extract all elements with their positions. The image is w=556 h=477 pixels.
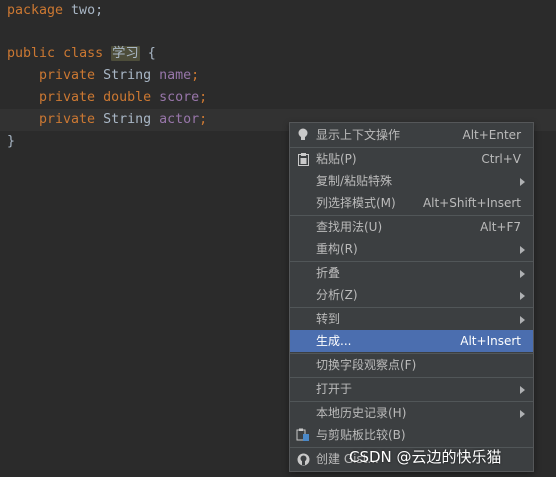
menu-item-label: 复制/粘贴特殊 [316,174,393,188]
semicolon: ; [191,68,200,83]
menu-item-label: 本地历史记录(H) [316,406,407,420]
watermark: CSDN @云边的快乐猫 [349,448,502,466]
menu-item-label: 与剪贴板比较(B) [316,428,406,442]
keyword: class [63,46,104,61]
submenu-arrow-icon [520,246,525,254]
close-brace: } [7,134,16,149]
keyword: private [39,112,96,127]
field-name: score [159,90,200,105]
package-name: two; [63,3,104,18]
field-name: actor [159,112,200,127]
menu-item-show-context-actions[interactable]: 显示上下文操作 Alt+Enter [290,124,533,146]
menu-item-generate[interactable]: 生成... Alt+Insert [290,330,533,352]
menu-item-label: 转到 [316,312,341,326]
menu-item-shortcut: Alt+Insert [460,334,521,348]
menu-item-local-history[interactable]: 本地历史记录(H) [290,402,533,424]
submenu-arrow-icon [520,270,525,278]
submenu-arrow-icon [520,292,525,300]
compare-clipboard-icon [296,428,310,442]
code-line-4[interactable]: private String name; [7,65,199,87]
menu-item-column-selection-mode[interactable]: 列选择模式(M) Alt+Shift+Insert [290,192,533,214]
menu-item-label: 显示上下文操作 [316,128,401,142]
menu-item-compare-with-clipboard[interactable]: 与剪贴板比较(B) [290,424,533,446]
submenu-arrow-icon [520,386,525,394]
menu-item-shortcut: Alt+Shift+Insert [422,196,521,210]
code-line-6[interactable]: private String actor; [7,109,207,131]
open-brace: { [147,46,156,61]
menu-item-open-in[interactable]: 打开于 [290,378,533,400]
menu-item-refactor[interactable]: 重构(R) [290,238,533,260]
code-line-7[interactable]: } [7,131,15,153]
keyword: private [39,68,96,83]
menu-item-label: 生成... [316,334,352,348]
menu-item-shortcut: Alt+F7 [480,220,521,234]
menu-item-label: 切换字段观察点(F) [316,358,417,372]
menu-item-toggle-field-watchpoint[interactable]: 切换字段观察点(F) [290,354,533,376]
semicolon: ; [199,90,208,105]
menu-item-label: 打开于 [316,382,353,396]
field-name: name [159,68,192,83]
menu-item-analyze[interactable]: 分析(Z) [290,284,533,306]
keyword: private [39,90,96,105]
menu-item-copy-paste-special[interactable]: 复制/粘贴特殊 [290,170,533,192]
menu-item-label: 列选择模式(M) [316,196,396,210]
submenu-arrow-icon [520,410,525,418]
menu-item-folding[interactable]: 折叠 [290,262,533,284]
lightbulb-icon [296,128,310,142]
menu-item-label: 重构(R) [316,242,358,256]
type: String [103,112,152,127]
menu-item-paste[interactable]: 粘贴(P) Ctrl+V [290,148,533,170]
keyword: public [7,46,56,61]
type: double [103,90,152,105]
menu-item-find-usages[interactable]: 查找用法(U) Alt+F7 [290,216,533,238]
semicolon: ; [199,112,208,127]
menu-item-shortcut: Alt+Enter [462,128,521,142]
keyword: package [7,3,64,18]
context-menu: 显示上下文操作 Alt+Enter 粘贴(P) Ctrl+V 复制/粘贴特殊 列… [289,122,534,472]
submenu-arrow-icon [520,316,525,324]
submenu-arrow-icon [520,178,525,186]
menu-item-label: 粘贴(P) [316,152,357,166]
menu-item-label: 分析(Z) [316,288,358,302]
menu-item-label: 折叠 [316,266,341,280]
type: String [103,68,152,83]
menu-item-go-to[interactable]: 转到 [290,308,533,330]
class-name: 学习 [111,46,140,61]
clipboard-icon [296,152,310,166]
menu-item-label: 查找用法(U) [316,220,383,234]
code-line-1[interactable]: package two; [7,0,103,22]
github-icon [296,452,310,466]
menu-item-shortcut: Ctrl+V [481,152,521,166]
code-line-5[interactable]: private double score; [7,87,207,109]
code-line-3[interactable]: public class 学习 { [7,43,156,65]
